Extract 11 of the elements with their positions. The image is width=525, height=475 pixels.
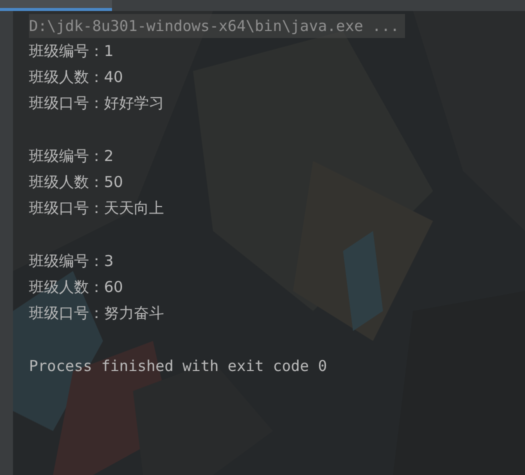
output-line: 班级编号：3: [29, 251, 115, 272]
output-line: 班级人数：40: [29, 67, 124, 88]
output-line: 班级编号：1: [29, 41, 115, 62]
output-line: 班级口号：努力奋斗: [29, 303, 165, 324]
console-tab[interactable]: [0, 0, 112, 11]
output-line: 班级人数：50: [29, 172, 124, 193]
output-line: 班级口号：天天向上: [29, 198, 165, 219]
output-line: 班级人数：60: [29, 277, 124, 298]
output-line: 班级口号：好好学习: [29, 93, 165, 114]
output-line: 班级编号：2: [29, 146, 115, 167]
exit-message: Process finished with exit code 0: [29, 356, 328, 377]
